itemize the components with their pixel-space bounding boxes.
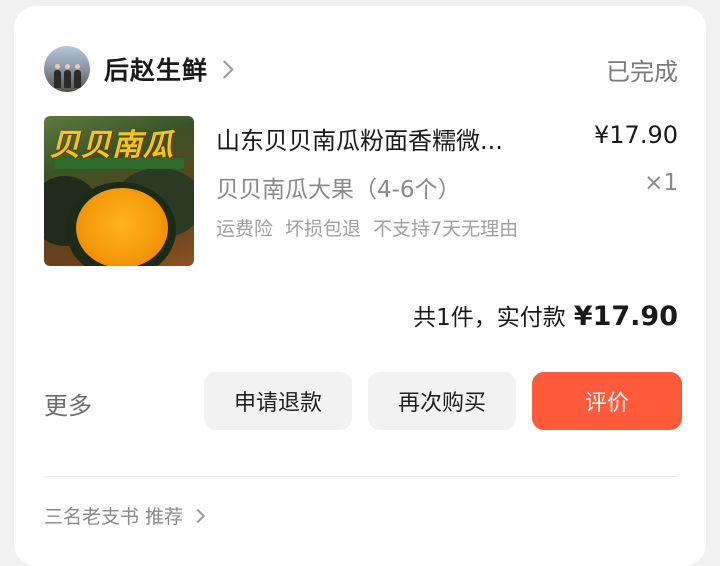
review-button[interactable]: 评价 [532,372,682,430]
chevron-right-icon [190,508,206,523]
recommend-label: 三名老支书 推荐 [44,506,184,528]
chevron-right-icon [215,59,234,79]
service-tags: 运费险 坏损包退 不支持7天无理由 [216,214,518,241]
product-sku: 贝贝南瓜大果（4-6个） [216,177,461,203]
total-label: 共1件，实付款 [413,305,566,331]
product-price: ¥17.90 [594,121,678,149]
more-link[interactable]: 更多 [44,386,92,421]
shop-name[interactable]: 后赵生鲜 [104,51,208,87]
total-amount: ¥17.90 [573,301,678,332]
order-total: 共1件，实付款 ¥17.90 [413,298,678,332]
refund-button[interactable]: 申请退款 [204,372,352,430]
recommend-link[interactable]: 三名老支书 推荐 [44,502,206,529]
product-image[interactable]: 贝贝南瓜 [44,116,194,266]
order-card: 后赵生鲜 已完成 贝贝南瓜 山东贝贝南瓜粉面香糯微... ¥17.90 贝贝南瓜… [14,6,706,566]
product-name[interactable]: 山东贝贝南瓜粉面香糯微... [216,121,556,156]
shop-avatar [44,46,90,92]
service-tag: 坏损包退 [285,218,362,240]
divider [44,476,678,477]
service-tag: 不支持7天无理由 [373,218,519,240]
order-status: 已完成 [606,58,678,86]
rebuy-button[interactable]: 再次购买 [368,372,516,430]
service-tag: 运费险 [216,218,274,240]
product-image-title: 贝贝南瓜 [50,128,174,163]
product-quantity: ×1 [644,170,678,196]
shop-header[interactable]: 后赵生鲜 [44,44,234,94]
